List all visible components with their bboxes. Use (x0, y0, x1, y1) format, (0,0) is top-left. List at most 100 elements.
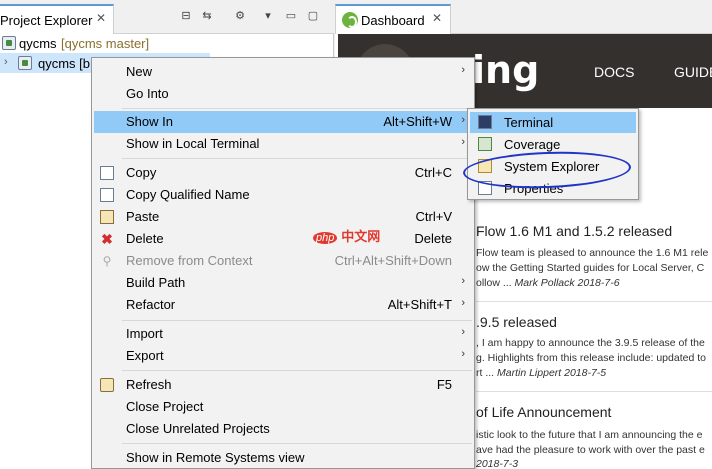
tree-item-qycms-working-set[interactable]: qycms [qycms master] (0, 33, 334, 53)
menu-item-shortcut: Ctrl+Alt+Shift+Down (334, 253, 452, 268)
news-excerpt: g. Highlights from this release include:… (476, 352, 706, 364)
menu-item-paste[interactable]: Paste Ctrl+V (94, 206, 472, 228)
menu-item-label: Paste (126, 209, 160, 224)
menu-item-label: Show in Local Terminal (126, 136, 260, 151)
chevron-right-icon[interactable]: › (4, 56, 8, 68)
menu-item-refresh[interactable]: Refresh F5 (94, 374, 472, 396)
copy-qualified-name-icon (100, 188, 114, 202)
project-explorer-tabbar: Project Explorer ✕ ⊟ ⇆ ⚙ ▾ ▭ ▢ (0, 0, 334, 34)
chevron-right-icon: › (461, 326, 465, 338)
menu-item-shortcut: Ctrl+V (415, 209, 452, 224)
project-icon (18, 56, 32, 70)
menu-separator (122, 443, 472, 444)
menu-item-refactor[interactable]: Refactor Alt+Shift+T › (94, 294, 472, 316)
news-byline-row: 2018-7-3 (476, 458, 518, 469)
view-menu-icon[interactable]: ▾ (260, 9, 276, 24)
menu-item-shortcut: Alt+Shift+T (387, 297, 452, 312)
menu-item-show-in[interactable]: Show In Alt+Shift+W › (94, 111, 472, 133)
menu-item-show-in-remote-systems-view[interactable]: Show in Remote Systems view (94, 447, 472, 469)
menu-item-export[interactable]: Export › (94, 345, 472, 367)
menu-item-new[interactable]: New › (94, 61, 472, 83)
menu-item-copy-qualified-name[interactable]: Copy Qualified Name (94, 184, 472, 206)
chevron-right-icon: › (461, 64, 465, 76)
menu-item-go-into[interactable]: Go Into (94, 83, 472, 105)
spring-icon (342, 12, 358, 28)
menu-item-shortcut: Alt+Shift+W (383, 114, 452, 129)
chevron-right-icon: › (461, 275, 465, 287)
watermark: php 中文网 (313, 226, 380, 245)
minimize-icon[interactable]: ▭ (283, 9, 299, 24)
menu-item-label: Close Project (126, 399, 204, 414)
tree-item-label: qycms (19, 36, 57, 51)
tab-project-explorer[interactable]: Project Explorer ✕ (0, 4, 114, 34)
news-title[interactable]: Flow 1.6 M1 and 1.5.2 released (476, 223, 672, 239)
divider (476, 301, 712, 302)
menu-item-close-unrelated-projects[interactable]: Close Unrelated Projects (94, 418, 472, 440)
news-tail: ollow ... (476, 277, 515, 289)
delete-icon: ✖ (101, 231, 113, 247)
menu-separator (122, 320, 472, 321)
menu-item-label: Export (126, 348, 164, 363)
submenu-item-terminal[interactable]: Terminal (470, 112, 636, 133)
menu-item-build-path[interactable]: Build Path › (94, 272, 472, 294)
chevron-right-icon: › (461, 114, 465, 126)
filter-icon[interactable]: ⚙ (232, 9, 248, 24)
news-title[interactable]: .9.5 released (476, 314, 557, 330)
news-excerpt: , I am happy to announce the 3.9.5 relea… (476, 337, 705, 349)
link-with-editor-icon[interactable]: ⇆ (199, 9, 215, 24)
menu-item-label: Remove from Context (126, 253, 253, 268)
menu-item-label: Refresh (126, 377, 172, 392)
menu-item-label: Show In (126, 114, 173, 129)
submenu-item-label: Terminal (504, 115, 554, 130)
dashboard-tabbar: Dashboard ✕ (335, 0, 712, 34)
divider (476, 391, 712, 392)
news-byline: 2018-7-3 (476, 458, 519, 469)
menu-item-show-in-local-terminal[interactable]: Show in Local Terminal › (94, 133, 472, 155)
tree-item-decoration: [qycms master] (61, 36, 150, 51)
collapse-all-icon[interactable]: ⊟ (178, 9, 194, 24)
spring-brand-text[interactable]: ing (472, 48, 539, 92)
news-excerpt: istic look to the future that I am annou… (476, 429, 703, 441)
menu-item-import[interactable]: Import › (94, 323, 472, 345)
menu-item-copy[interactable]: Copy Ctrl+C (94, 162, 472, 184)
menu-item-close-project[interactable]: Close Project (94, 396, 472, 418)
menu-item-label: Show in Remote Systems view (126, 450, 305, 465)
refresh-icon (100, 378, 114, 392)
menu-item-label: Import (126, 326, 163, 341)
watermark-badge: php (313, 232, 338, 244)
menu-separator (122, 370, 472, 371)
paste-icon (100, 210, 114, 224)
chevron-right-icon: › (461, 136, 465, 148)
nav-link-docs[interactable]: DOCS (594, 64, 634, 80)
news-byline: Mark Pollack 2018-7-6 (514, 277, 620, 289)
menu-item-delete[interactable]: ✖ Delete Delete (94, 228, 472, 250)
tab-dashboard[interactable]: Dashboard ✕ (335, 4, 451, 34)
menu-item-shortcut: Ctrl+C (414, 165, 452, 180)
tree-item-label: qycms [b (38, 56, 91, 71)
news-excerpt: ave had the pleasure to work with over t… (476, 444, 705, 456)
maximize-icon[interactable]: ▢ (305, 9, 321, 24)
news-title[interactable]: of Life Announcement (476, 404, 611, 420)
menu-item-label: New (126, 64, 153, 79)
close-icon[interactable]: ✕ (432, 11, 442, 25)
tab-project-explorer-label: Project Explorer (0, 13, 93, 28)
menu-item-shortcut: Delete (414, 231, 452, 246)
menu-item-label: Delete (126, 231, 164, 246)
news-excerpt: ow the Getting Started guides for Local … (476, 262, 705, 274)
close-icon[interactable]: ✕ (96, 11, 106, 25)
menu-item-label: Build Path (126, 275, 186, 290)
nav-link-guides[interactable]: GUIDE (674, 64, 712, 80)
watermark-text: 中文网 (341, 229, 381, 244)
terminal-icon (478, 115, 492, 129)
menu-separator (122, 158, 472, 159)
tab-dashboard-label: Dashboard (361, 13, 425, 28)
chevron-right-icon: › (461, 348, 465, 360)
news-tail: rt ... (476, 367, 497, 379)
menu-item-remove-from-context: ⚲ Remove from Context Ctrl+Alt+Shift+Dow… (94, 250, 472, 272)
menu-separator (122, 108, 472, 109)
copy-icon (100, 166, 114, 180)
news-byline-row: ollow ... Mark Pollack 2018-7-6 (476, 277, 620, 289)
menu-item-shortcut: F5 (436, 377, 452, 392)
context-menu: New › Go Into Show In Alt+Shift+W › Show… (91, 57, 475, 469)
project-icon (2, 36, 16, 50)
